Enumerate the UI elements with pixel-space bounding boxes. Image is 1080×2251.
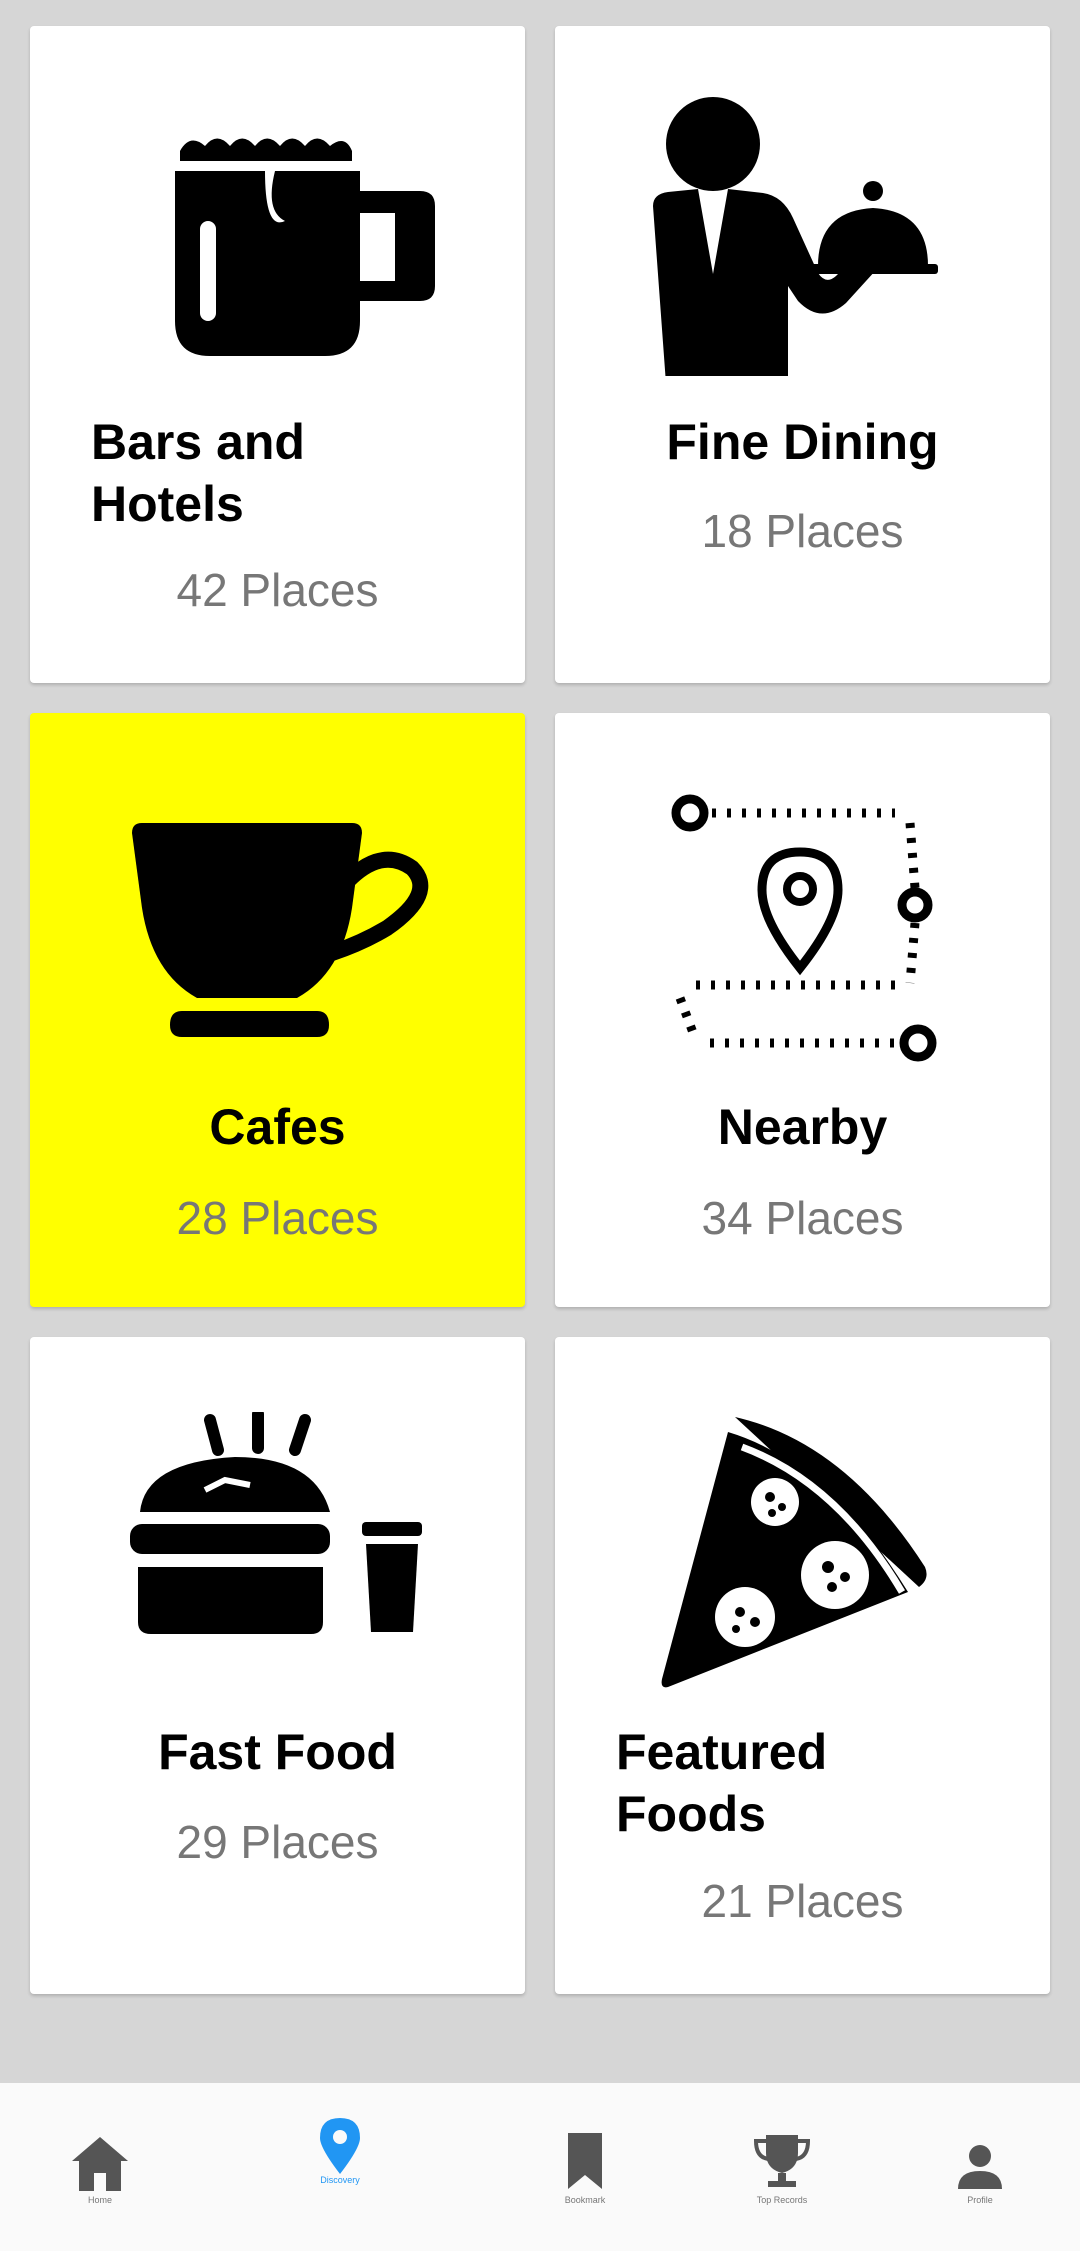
category-count: 34 Places (701, 1192, 904, 1244)
bookmark-icon (568, 2133, 602, 2189)
bottom-navigation: Home Discovery Bookmark Top Records Prof… (0, 2083, 1080, 2251)
trophy-icon (754, 2135, 810, 2187)
waiter-icon (653, 97, 938, 376)
category-card-featured-foods[interactable]: Featured Foods 21 Places (555, 1337, 1050, 1994)
category-card-bars-hotels[interactable]: Bars and Hotels 42 Places (30, 26, 525, 683)
nav-label: Home (87, 2195, 112, 2205)
category-count: 21 Places (701, 1875, 904, 1927)
coffee-cup-icon (132, 823, 429, 1037)
category-title: Fast Food (158, 1724, 397, 1780)
nav-label: Top Records (756, 2195, 808, 2205)
category-title: Featured Foods (616, 1724, 828, 1842)
category-count: 42 Places (176, 564, 379, 616)
route-pin-icon (671, 794, 937, 1062)
nav-label: Discovery (320, 2175, 360, 2185)
nav-bookmark[interactable]: Bookmark (510, 2083, 660, 2251)
beer-mug-icon (175, 138, 435, 356)
category-title: Cafes (209, 1099, 346, 1155)
nav-profile[interactable]: Profile (905, 2083, 1055, 2251)
nav-discovery[interactable]: Discovery (265, 2083, 415, 2251)
category-count: 28 Places (176, 1192, 379, 1244)
home-icon (72, 2137, 128, 2191)
nav-top-records[interactable]: Top Records (707, 2083, 857, 2251)
category-title: Fine Dining (666, 414, 939, 470)
category-card-fine-dining[interactable]: Fine Dining 18 Places (555, 26, 1050, 683)
burger-drink-icon (130, 1412, 422, 1634)
category-title: Bars and Hotels (91, 414, 305, 532)
nav-label: Bookmark (564, 2195, 606, 2205)
pizza-slice-icon (661, 1417, 927, 1688)
nav-label: Profile (967, 2195, 993, 2205)
nav-home[interactable]: Home (25, 2083, 175, 2251)
category-card-cafes[interactable]: Cafes 28 Places (30, 713, 525, 1307)
category-card-fast-food[interactable]: Fast Food 29 Places (30, 1337, 525, 1994)
category-count: 18 Places (701, 505, 904, 557)
category-count: 29 Places (176, 1816, 379, 1868)
location-pin-icon (320, 2118, 360, 2174)
category-title: Nearby (717, 1099, 888, 1155)
person-icon (958, 2145, 1002, 2189)
category-card-nearby[interactable]: Nearby 34 Places (555, 713, 1050, 1307)
